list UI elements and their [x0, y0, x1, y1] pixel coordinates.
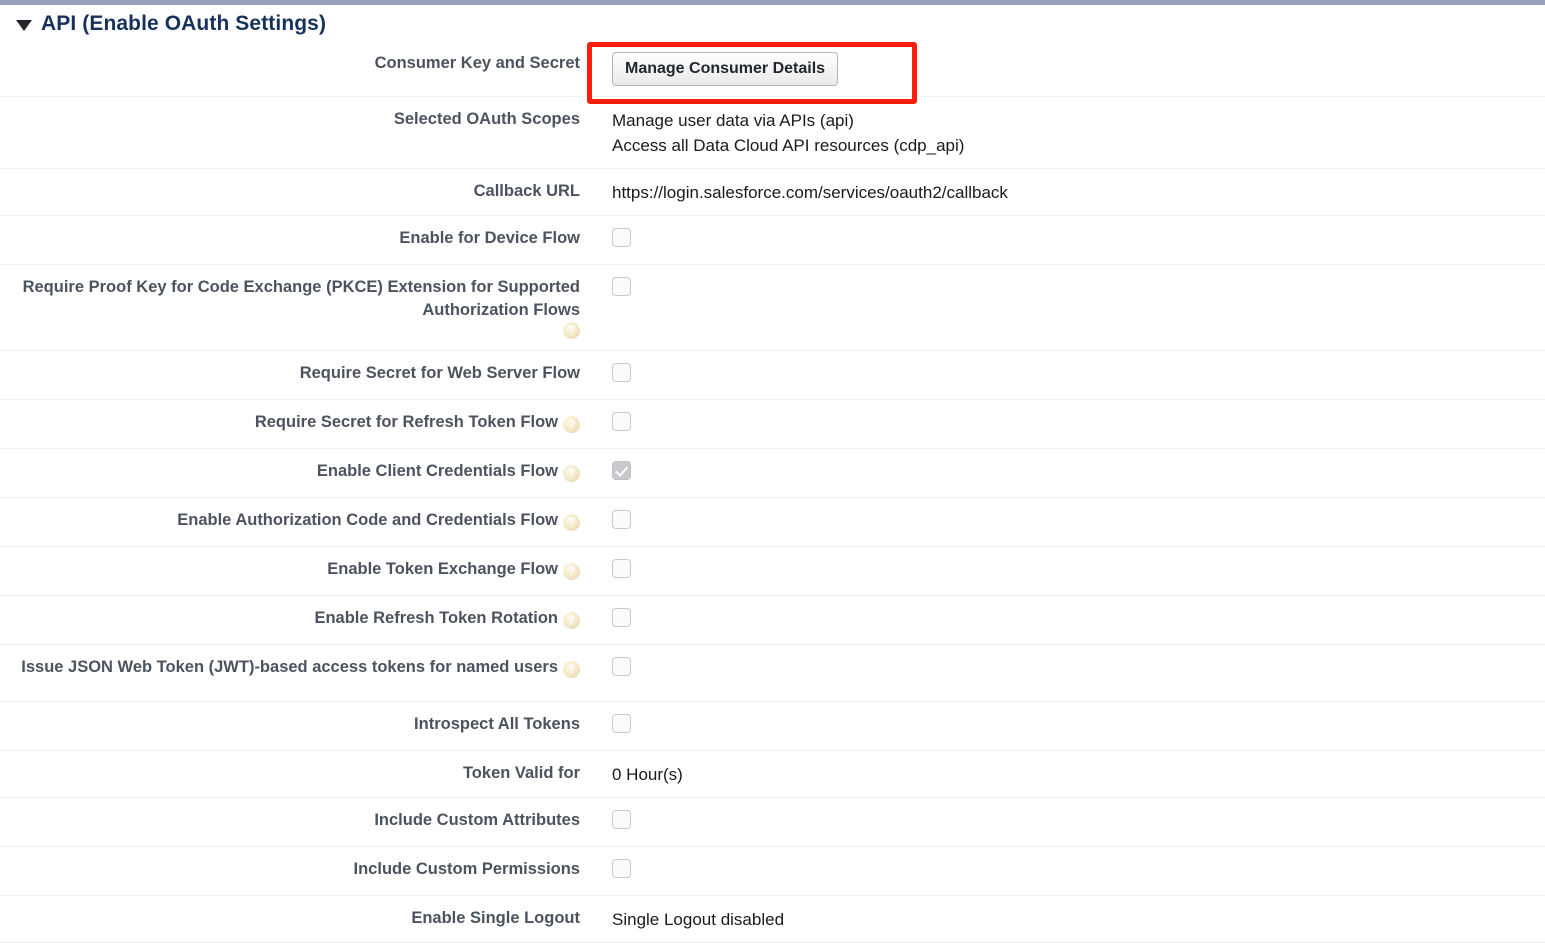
field-label: Selected OAuth Scopes	[393, 110, 580, 128]
checkbox-include-custom-permissions[interactable]	[612, 859, 631, 878]
field-label-cell: Enable for Device Flow	[0, 216, 580, 260]
field-value-line: Access all Data Cloud API resources (cdp…	[612, 136, 965, 155]
form-row: Include Custom Attributes	[0, 798, 1545, 847]
form-row: Issue JSON Web Token (JWT)-based access …	[0, 645, 1545, 702]
checkbox-require-secret-for-web-server-flow[interactable]	[612, 363, 631, 382]
help-icon[interactable]: ?	[563, 416, 580, 433]
field-value-cell	[580, 351, 1545, 399]
field-label-cell: Include Custom Attributes	[0, 798, 580, 842]
form-row: Enable for Device Flow	[0, 216, 1545, 265]
checkbox-enable-authorization-code-and-credentials-flow[interactable]	[612, 510, 631, 529]
field-value-cell	[580, 702, 1545, 750]
triangle-down-icon[interactable]	[16, 19, 32, 31]
field-label: Require Secret for Refresh Token Flow	[254, 413, 558, 431]
checkbox-enable-client-credentials-flow[interactable]	[612, 461, 631, 480]
field-label: Include Custom Permissions	[353, 860, 580, 878]
checkbox-issue-json-web-token-jwt-based-access-tokens-for-named-users[interactable]	[612, 657, 631, 676]
help-icon[interactable]: ?	[563, 465, 580, 482]
checkbox-require-secret-for-refresh-token-flow[interactable]	[612, 412, 631, 431]
form-row: Include Custom Permissions	[0, 847, 1545, 896]
form-row: Introspect All Tokens	[0, 702, 1545, 751]
form-row: Enable Refresh Token Rotation?	[0, 596, 1545, 645]
field-value-cell	[580, 847, 1545, 895]
field-label-cell: Introspect All Tokens	[0, 702, 580, 746]
form-row: Require Proof Key for Code Exchange (PKC…	[0, 265, 1545, 351]
field-value-cell	[580, 265, 1545, 313]
field-label-cell: Require Secret for Refresh Token Flow?	[0, 400, 580, 444]
field-label: Enable Single Logout	[411, 909, 580, 927]
checkbox-require-proof-key-for-code-exchange-pkce-extension-for-supported-authorization-flows[interactable]	[612, 277, 631, 296]
field-label-cell: Consumer Key and Secret	[0, 41, 580, 85]
form-row: Consumer Key and Secret Manage Consumer D…	[0, 41, 1545, 97]
checkbox-introspect-all-tokens[interactable]	[612, 714, 631, 733]
form-row: Enable Client Credentials Flow?	[0, 449, 1545, 498]
field-label-cell: Issue JSON Web Token (JWT)-based access …	[0, 645, 580, 689]
field-value-cell	[580, 596, 1545, 644]
field-value-cell	[580, 498, 1545, 546]
field-label-cell: Enable Token Exchange Flow?	[0, 547, 580, 591]
help-icon[interactable]: ?	[563, 322, 580, 339]
field-value-cell	[580, 547, 1545, 595]
field-value-cell: 0 Hour(s)	[580, 751, 1545, 797]
field-label-cell: Enable Client Credentials Flow?	[0, 449, 580, 493]
form-row: Require Secret for Refresh Token Flow?	[0, 400, 1545, 449]
field-value-cell	[580, 449, 1545, 497]
field-label-cell: Require Proof Key for Code Exchange (PKC…	[0, 265, 580, 350]
field-label: Require Proof Key for Code Exchange (PKC…	[22, 278, 580, 319]
field-value-cell: Manage user data via APIs (api) Access al…	[580, 97, 1545, 168]
page-title: API (Enable OAuth Settings)	[41, 12, 327, 35]
field-label: Issue JSON Web Token (JWT)-based access …	[21, 658, 558, 676]
field-value-multiline: Manage user data via APIs (api) Access al…	[612, 108, 1545, 158]
checkbox-include-custom-attributes[interactable]	[612, 810, 631, 829]
field-label: Enable Refresh Token Rotation	[314, 609, 558, 627]
field-label-cell: Selected OAuth Scopes	[0, 97, 580, 141]
oauth-settings-page: API (Enable OAuth Settings) Consumer Key…	[0, 0, 1545, 943]
field-label-cell: Callback URL	[0, 169, 580, 213]
field-label-cell: Require Secret for Web Server Flow	[0, 351, 580, 395]
field-label-cell: Enable Authorization Code and Credential…	[0, 498, 580, 542]
field-value: Single Logout disabled	[612, 910, 785, 929]
form-row: Token Valid for 0 Hour(s)	[0, 751, 1545, 798]
help-icon[interactable]: ?	[563, 514, 580, 531]
field-label-cell: Token Valid for	[0, 751, 580, 795]
manage-consumer-details-button[interactable]: Manage Consumer Details	[612, 52, 839, 86]
field-label: Require Secret for Web Server Flow	[299, 364, 580, 382]
field-label: Introspect All Tokens	[414, 715, 580, 733]
field-label: Include Custom Attributes	[374, 811, 580, 829]
field-label: Enable Authorization Code and Credential…	[177, 511, 558, 529]
field-value-cell: Manage Consumer Details	[580, 41, 1545, 96]
form-row: Enable Token Exchange Flow?	[0, 547, 1545, 596]
help-icon[interactable]: ?	[563, 612, 580, 629]
form-row: Enable Authorization Code and Credential…	[0, 498, 1545, 547]
field-label: Callback URL	[473, 182, 580, 200]
field-label: Consumer Key and Secret	[374, 54, 580, 72]
field-value: 0 Hour(s)	[612, 765, 683, 784]
checkbox-enable-for-device-flow[interactable]	[612, 228, 631, 247]
field-value-cell	[580, 798, 1545, 846]
section-header[interactable]: API (Enable OAuth Settings)	[0, 5, 1545, 41]
form-row: Enable Single Logout Single Logout disabl…	[0, 896, 1545, 943]
field-label: Enable Client Credentials Flow	[316, 462, 558, 480]
help-icon[interactable]: ?	[563, 661, 580, 678]
field-value-cell	[580, 645, 1545, 693]
checkbox-enable-token-exchange-flow[interactable]	[612, 559, 631, 578]
help-icon[interactable]: ?	[563, 563, 580, 580]
form-row: Callback URL https://login.salesforce.com…	[0, 169, 1545, 216]
field-label-cell: Include Custom Permissions	[0, 847, 580, 891]
field-label: Token Valid for	[462, 764, 580, 782]
field-value-line: Manage user data via APIs (api)	[612, 111, 854, 130]
form-row: Selected OAuth Scopes Manage user data vi…	[0, 97, 1545, 169]
field-label-cell: Enable Refresh Token Rotation?	[0, 596, 580, 640]
field-value-cell: https://login.salesforce.com/services/oa…	[580, 169, 1545, 215]
field-value-cell	[580, 400, 1545, 448]
field-value: https://login.salesforce.com/services/oa…	[612, 183, 1008, 202]
oauth-settings-form: Consumer Key and Secret Manage Consumer D…	[0, 41, 1545, 943]
field-value-cell: Single Logout disabled	[580, 896, 1545, 942]
field-label: Enable for Device Flow	[399, 229, 580, 247]
field-label-cell: Enable Single Logout	[0, 896, 580, 940]
checkbox-enable-refresh-token-rotation[interactable]	[612, 608, 631, 627]
field-label: Enable Token Exchange Flow	[327, 560, 558, 578]
field-value-cell	[580, 216, 1545, 264]
form-row: Require Secret for Web Server Flow	[0, 351, 1545, 400]
